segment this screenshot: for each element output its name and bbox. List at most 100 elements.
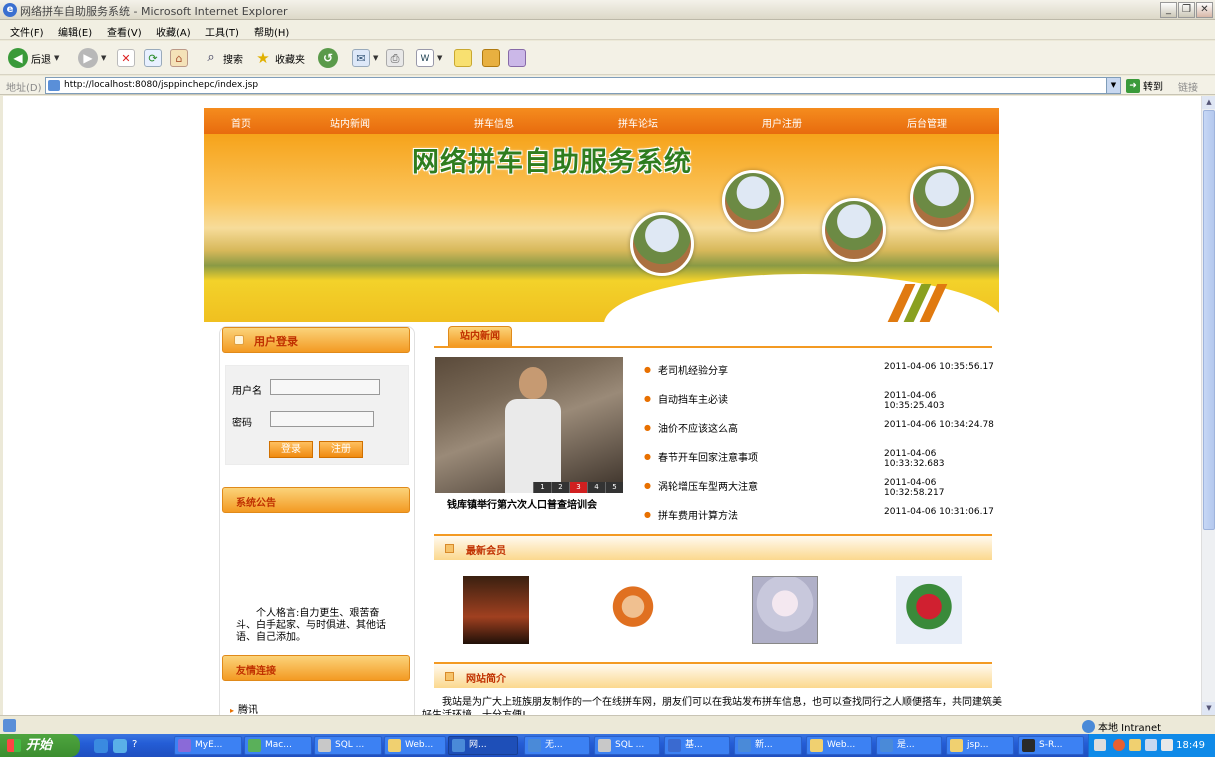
- keyboard-icon[interactable]: [1094, 739, 1106, 751]
- chevron-down-icon[interactable]: ▼: [437, 54, 442, 62]
- member-avatar[interactable]: [896, 576, 962, 644]
- nav-carpool-info[interactable]: 拼车信息: [474, 115, 514, 130]
- task-ie-active[interactable]: 网...: [448, 736, 518, 755]
- desktop-quicklaunch-icon[interactable]: [113, 739, 127, 753]
- tray-app-icon[interactable]: [1129, 739, 1141, 751]
- news-title[interactable]: 涡轮增压车型两大注意: [658, 478, 758, 493]
- scroll-down-icon[interactable]: ▼: [1202, 702, 1215, 715]
- menu-file[interactable]: 文件(F): [10, 24, 44, 39]
- task-jsp[interactable]: jsp...: [946, 736, 1014, 755]
- task-sr[interactable]: S-R...: [1018, 736, 1084, 755]
- title-bar[interactable]: e 网络拼车自助服务系统 - Microsoft Internet Explor…: [0, 0, 1215, 20]
- task-label: SQL ...: [615, 740, 645, 750]
- news-row[interactable]: ● 拼车费用计算方法 2011-04-06 10:31:06.17: [644, 507, 999, 522]
- back-button[interactable]: ◀ 后退 ▼: [8, 47, 59, 69]
- vertical-scrollbar[interactable]: ▲ ▼: [1201, 96, 1215, 715]
- task-sql-1[interactable]: SQL ...: [314, 736, 382, 755]
- register-button[interactable]: 注册: [319, 441, 363, 458]
- banner-photo-circle: [910, 166, 974, 230]
- news-row[interactable]: ● 老司机经验分享 2011-04-06 10:35:56.17: [644, 362, 999, 377]
- member-avatar[interactable]: [463, 576, 529, 644]
- friend-link-text[interactable]: 腾讯: [238, 705, 258, 715]
- news-title[interactable]: 老司机经验分享: [658, 362, 728, 377]
- start-button[interactable]: 开始: [0, 734, 80, 757]
- help-quicklaunch-icon[interactable]: ?: [132, 739, 146, 753]
- task-word[interactable]: 基...: [664, 736, 730, 755]
- photo-page-1[interactable]: 1: [533, 482, 551, 493]
- task-sql-2[interactable]: SQL ...: [594, 736, 660, 755]
- go-button[interactable]: ➜ 转到: [1126, 78, 1163, 93]
- nav-home[interactable]: 首页: [231, 115, 251, 130]
- address-input[interactable]: http://localhost:8080/jsppinchepc/index.…: [45, 77, 1121, 94]
- maximize-button[interactable]: ❐: [1178, 2, 1195, 18]
- favorites-button[interactable]: ★ 收藏夹: [254, 47, 305, 69]
- research-button[interactable]: [482, 47, 500, 69]
- app-icon: [528, 739, 541, 752]
- scroll-up-icon[interactable]: ▲: [1202, 96, 1215, 109]
- task-new[interactable]: 新...: [734, 736, 802, 755]
- friend-link-item[interactable]: ▸ 腾讯: [230, 701, 258, 715]
- chevron-down-icon[interactable]: ▼: [101, 54, 106, 62]
- close-button[interactable]: ✕: [1196, 2, 1213, 18]
- links-label[interactable]: 链接: [1178, 79, 1198, 94]
- task-label: Web...: [405, 740, 434, 750]
- nav-news[interactable]: 站内新闻: [330, 115, 370, 130]
- task-myeclipse[interactable]: MyE...: [174, 736, 242, 755]
- chevron-down-icon[interactable]: ▼: [54, 54, 59, 62]
- news-title[interactable]: 拼车费用计算方法: [658, 507, 738, 522]
- news-title[interactable]: 春节开车回家注意事项: [658, 449, 758, 464]
- mail-button[interactable]: ✉ ▼: [352, 47, 378, 69]
- photo-page-2[interactable]: 2: [551, 482, 569, 493]
- scroll-thumb[interactable]: [1203, 110, 1215, 530]
- news-row[interactable]: ● 自动挡车主必读 2011-04-06 10:35:25.403: [644, 391, 999, 411]
- news-photo[interactable]: 1 2 3 4 5: [435, 357, 623, 493]
- task-web-2[interactable]: Web...: [806, 736, 872, 755]
- ie-quicklaunch-icon[interactable]: [94, 739, 108, 753]
- menu-edit[interactable]: 编辑(E): [58, 24, 92, 39]
- menu-view[interactable]: 查看(V): [107, 24, 142, 39]
- history-button[interactable]: ↺: [318, 47, 338, 69]
- bullet-icon: ●: [644, 452, 651, 461]
- menu-favorites[interactable]: 收藏(A): [156, 24, 191, 39]
- password-input[interactable]: [270, 411, 374, 427]
- photo-caption[interactable]: 钱库镇举行第六次人口普查培训会: [447, 496, 597, 511]
- chevron-down-icon[interactable]: ▼: [373, 54, 378, 62]
- news-row[interactable]: ● 涡轮增压车型两大注意 2011-04-06 10:32:58.217: [644, 478, 999, 498]
- login-button[interactable]: 登录: [269, 441, 313, 458]
- home-button[interactable]: ⌂: [170, 47, 188, 69]
- news-tab[interactable]: 站内新闻: [448, 326, 512, 346]
- news-row[interactable]: ● 油价不应该这么高 2011-04-06 10:34:24.78: [644, 420, 999, 435]
- member-avatar[interactable]: [752, 576, 818, 644]
- network-icon[interactable]: [1145, 739, 1157, 751]
- task-untitled[interactable]: 无...: [524, 736, 590, 755]
- news-title[interactable]: 自动挡车主必读: [658, 391, 728, 406]
- nav-register[interactable]: 用户注册: [762, 115, 802, 130]
- username-input[interactable]: [270, 379, 380, 395]
- photo-page-5[interactable]: 5: [605, 482, 623, 493]
- news-row[interactable]: ● 春节开车回家注意事项 2011-04-06 10:33:32.683: [644, 449, 999, 469]
- search-button[interactable]: ⌕ 搜索: [202, 47, 243, 69]
- discuss-button[interactable]: [454, 47, 472, 69]
- refresh-button[interactable]: ⟳: [144, 47, 162, 69]
- clock[interactable]: 18:49: [1176, 734, 1205, 757]
- stop-button[interactable]: ✕: [117, 47, 135, 69]
- tray-app-icon[interactable]: [1113, 739, 1125, 751]
- nav-forum[interactable]: 拼车论坛: [618, 115, 658, 130]
- news-title[interactable]: 油价不应该这么高: [658, 420, 738, 435]
- task-macromedia[interactable]: Mac...: [244, 736, 312, 755]
- address-dropdown-button[interactable]: ▼: [1106, 78, 1120, 93]
- photo-page-4[interactable]: 4: [587, 482, 605, 493]
- forward-button[interactable]: ▶ ▼: [78, 47, 106, 69]
- task-web-1[interactable]: Web...: [384, 736, 446, 755]
- member-avatar[interactable]: [600, 576, 666, 644]
- task-shi[interactable]: 是...: [876, 736, 942, 755]
- menu-tools[interactable]: 工具(T): [205, 24, 239, 39]
- nav-admin[interactable]: 后台管理: [907, 115, 947, 130]
- edit-button[interactable]: W ▼: [416, 47, 442, 69]
- minimize-button[interactable]: _: [1160, 2, 1177, 18]
- print-button[interactable]: ⎙: [386, 47, 404, 69]
- messenger-button[interactable]: [508, 47, 526, 69]
- photo-page-3[interactable]: 3: [569, 482, 587, 493]
- menu-help[interactable]: 帮助(H): [254, 24, 289, 39]
- volume-icon[interactable]: [1161, 739, 1173, 751]
